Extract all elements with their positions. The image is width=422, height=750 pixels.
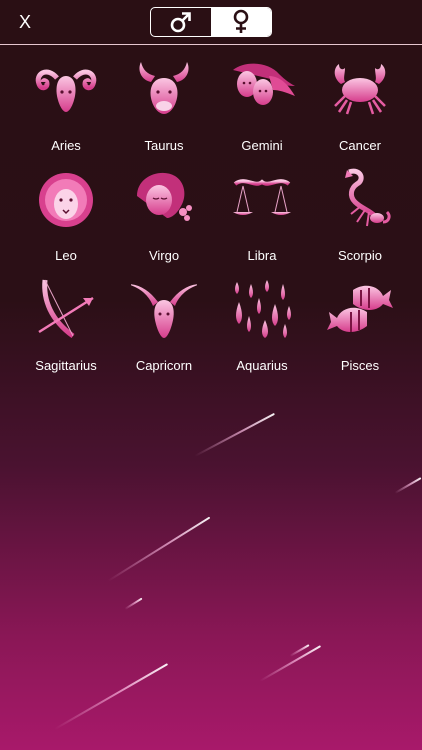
pisces-icon — [327, 285, 393, 332]
zodiac-item-aquarius[interactable]: Aquarius — [213, 272, 311, 382]
male-icon — [170, 12, 191, 33]
light-streak — [54, 663, 169, 730]
zodiac-label: Virgo — [148, 248, 180, 263]
zodiac-item-sagittarius[interactable]: Sagittarius — [17, 272, 115, 382]
gender-toggle — [150, 7, 272, 37]
zodiac-row: Aries Taurus Gemini Cancer — [0, 52, 422, 162]
zodiac-item-pisces[interactable]: Pisces — [311, 272, 409, 382]
aquarius-icon — [235, 280, 291, 338]
light-streak — [124, 597, 143, 610]
zodiac-label: Sagittarius — [35, 358, 97, 373]
zodiac-item-capricorn[interactable]: Capricorn — [115, 272, 213, 382]
zodiac-item-cancer[interactable]: Cancer — [311, 52, 409, 162]
light-streak — [394, 477, 422, 494]
zodiac-label: Leo — [55, 248, 77, 263]
zodiac-item-libra[interactable]: Libra — [213, 162, 311, 272]
zodiac-label: Aquarius — [236, 358, 288, 373]
aries-icon — [35, 69, 97, 112]
scorpio-icon — [345, 168, 391, 227]
gemini-icon — [233, 63, 295, 105]
zodiac-item-leo[interactable]: Leo — [17, 162, 115, 272]
female-icon — [233, 9, 249, 33]
zodiac-item-virgo[interactable]: Virgo — [115, 162, 213, 272]
close-button[interactable]: X — [14, 11, 36, 33]
capricorn-icon — [131, 284, 197, 338]
male-option[interactable] — [151, 8, 211, 36]
zodiac-item-scorpio[interactable]: Scorpio — [311, 162, 409, 272]
header-divider — [0, 44, 422, 45]
leo-icon — [39, 173, 93, 227]
virgo-icon — [137, 172, 192, 221]
zodiac-label: Taurus — [144, 138, 184, 153]
zodiac-item-aries[interactable]: Aries — [17, 52, 115, 162]
zodiac-label: Capricorn — [135, 358, 193, 373]
light-streak — [259, 645, 322, 682]
top-bar: X — [0, 0, 422, 46]
cancer-icon — [334, 64, 386, 115]
zodiac-row: Sagittarius Capricorn Aquarius Pisces — [0, 272, 422, 382]
libra-icon — [233, 179, 291, 215]
light-streak — [107, 516, 211, 582]
zodiac-label: Libra — [247, 248, 277, 263]
zodiac-row: Leo Virgo Libra Scorpio — [0, 162, 422, 272]
zodiac-label: Aries — [51, 138, 81, 153]
female-option[interactable] — [211, 8, 271, 36]
sagittarius-icon — [38, 279, 94, 339]
zodiac-label: Cancer — [339, 138, 381, 153]
zodiac-label: Scorpio — [337, 248, 383, 263]
zodiac-label: Pisces — [340, 358, 380, 373]
zodiac-label: Gemini — [241, 138, 283, 153]
zodiac-item-taurus[interactable]: Taurus — [115, 52, 213, 162]
zodiac-item-gemini[interactable]: Gemini — [213, 52, 311, 162]
taurus-icon — [139, 62, 189, 114]
light-streak — [194, 412, 275, 457]
